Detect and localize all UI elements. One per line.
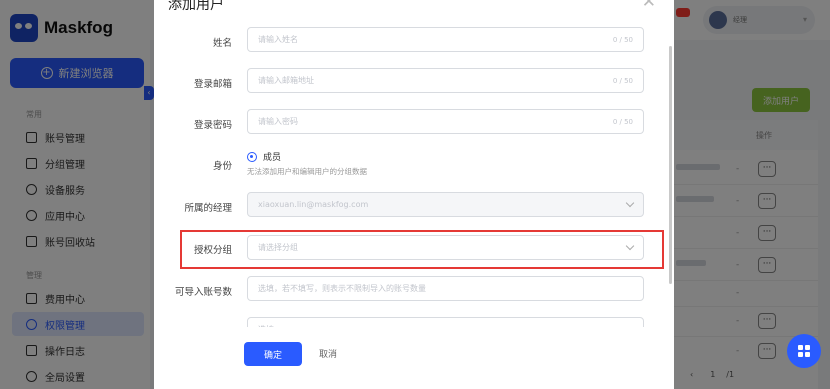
role-radio-member[interactable]: 成员 — [247, 150, 281, 163]
name-field[interactable]: 请输入姓名 0 / 50 — [247, 27, 644, 52]
email-field[interactable]: 请输入邮箱地址 0 / 50 — [247, 68, 644, 93]
add-user-dialog: 添加用户 ✕ 姓名 请输入姓名 0 / 50 登录邮箱 请输入邮箱地址 0 / … — [154, 0, 674, 389]
dialog-title: 添加用户 — [168, 0, 224, 13]
groups-select[interactable]: 请选择分组 — [247, 235, 644, 260]
floating-menu-button[interactable] — [787, 334, 821, 368]
ok-button[interactable]: 确定 — [244, 342, 302, 366]
email-counter: 0 / 50 — [612, 76, 633, 85]
password-label: 登录密码 — [193, 120, 232, 131]
manager-select: xiaoxuan.lin@maskfog.com — [247, 192, 644, 217]
role-help-text: 无法添加用户和编辑用户的分组数据 — [247, 167, 367, 176]
close-icon[interactable]: ✕ — [642, 0, 656, 12]
scrollbar[interactable] — [669, 46, 672, 284]
import-limit-label: 可导入账号数 — [174, 287, 232, 298]
password-counter: 0 / 50 — [612, 117, 633, 126]
email-label: 登录邮箱 — [193, 79, 232, 90]
cancel-button[interactable]: 取消 — [319, 347, 337, 360]
manager-label: 所属的经理 — [184, 203, 232, 214]
groups-label: 授权分组 — [193, 245, 232, 256]
role-label: 身份 — [212, 161, 232, 172]
name-label: 姓名 — [212, 38, 232, 49]
chevron-down-icon — [625, 198, 635, 208]
name-counter: 0 / 50 — [612, 35, 633, 44]
chevron-down-icon — [625, 241, 635, 251]
import-limit-field[interactable]: 选填，若不填写，则表示不限制导入的账号数量 — [247, 276, 644, 301]
password-field[interactable]: 请输入密码 0 / 50 — [247, 109, 644, 134]
radio-checked-icon — [247, 151, 257, 162]
dialog-footer: 确定 取消 — [154, 327, 674, 389]
